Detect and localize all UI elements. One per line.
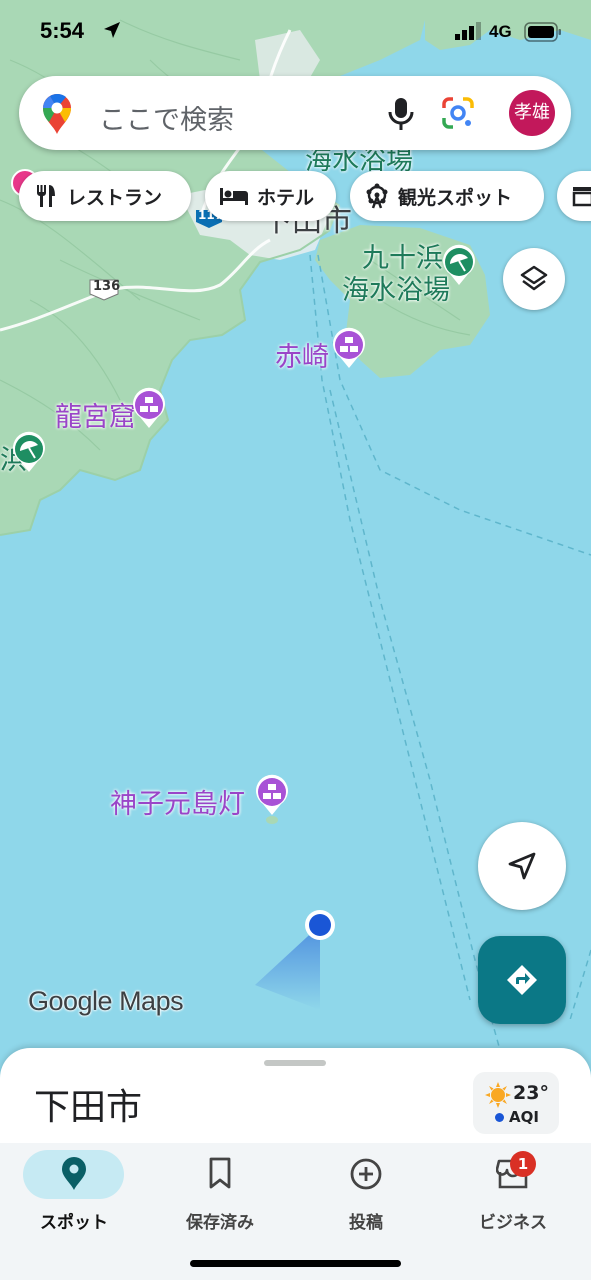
map-label-akazaki[interactable]: 赤崎 [275, 335, 329, 374]
poi-pin-kujuhama-beach[interactable] [441, 244, 477, 286]
layers-button[interactable] [503, 248, 565, 310]
utensils-icon [37, 185, 55, 207]
bed-icon [220, 188, 248, 205]
network-type: 4G [489, 22, 512, 41]
status-bar: 5:54 4G [0, 0, 591, 64]
directions-button[interactable] [478, 936, 566, 1024]
chip-attractions[interactable]: 観光スポット [350, 171, 544, 221]
google-maps-watermark: Google Maps [28, 986, 184, 1016]
bookmark-icon [209, 1157, 231, 1189]
chip-restaurants[interactable]: レストラン [19, 171, 191, 221]
nav-spots-label: スポット [40, 1213, 108, 1233]
poi-pin-ryugukutsu[interactable] [131, 387, 167, 429]
microphone-icon[interactable] [387, 96, 415, 132]
map-label-kujuhama-beach[interactable]: 海水浴場 [342, 268, 450, 307]
poi-pin-lighthouse[interactable] [254, 774, 290, 816]
chip-attractions-label: 観光スポット [398, 186, 513, 209]
ferris-wheel-icon [366, 183, 388, 209]
nav-business-label: ビジネス [479, 1213, 547, 1233]
nav-saved-label: 保存済み [186, 1213, 254, 1233]
add-circle-icon [350, 1158, 382, 1190]
nav-post-label: 投稿 [349, 1213, 383, 1233]
navigation-arrow-icon [508, 852, 536, 880]
battery-icon [524, 22, 561, 42]
search-bar[interactable]: ここで検索 孝雄 [19, 76, 571, 150]
layers-icon [520, 265, 548, 291]
search-input[interactable]: ここで検索 [99, 98, 234, 137]
google-lens-icon[interactable] [441, 96, 475, 130]
temperature: 23° [513, 1082, 549, 1104]
google-maps-pin-icon [43, 93, 71, 134]
signal-icon [455, 22, 481, 40]
nav-saved[interactable]: 保存済み [146, 1143, 294, 1243]
sun-icon [485, 1082, 511, 1108]
chip-restaurants-label: レストラン [67, 186, 163, 209]
directions-icon [507, 965, 537, 995]
store-icon [572, 187, 591, 207]
avatar[interactable]: 孝雄 [509, 90, 555, 136]
map-label-lighthouse[interactable]: 神子元島灯 [110, 782, 245, 821]
sheet-drag-handle[interactable] [264, 1060, 326, 1066]
place-title: 下田市 [34, 1087, 143, 1128]
route-136-label: 136 [93, 279, 121, 294]
nav-post[interactable]: 投稿 [292, 1143, 440, 1243]
map-label-ryugukutsu[interactable]: 龍宮窟 [55, 395, 136, 434]
aqi-label: AQI [509, 1108, 539, 1126]
location-pin-icon [62, 1157, 86, 1190]
bottom-sheet[interactable]: 下田市 23° AQI [0, 1048, 591, 1148]
notification-badge: 1 [510, 1151, 536, 1177]
location-arrow-icon [104, 22, 120, 38]
weather-widget[interactable]: 23° AQI [473, 1072, 559, 1134]
status-time: 5:54 [40, 18, 85, 43]
nav-business[interactable]: 1 ビジネス [439, 1143, 587, 1243]
island-mikomoto [266, 816, 278, 824]
my-location-button[interactable] [478, 822, 566, 910]
poi-pin-left-beach[interactable] [11, 431, 47, 473]
chip-hotels-label: ホテル [257, 186, 315, 209]
nav-spots[interactable]: スポット [0, 1143, 148, 1243]
chip-hotels[interactable]: ホテル [205, 171, 336, 221]
aqi-dot-icon [495, 1113, 504, 1122]
poi-pin-akazaki[interactable] [331, 327, 367, 369]
home-indicator[interactable] [190, 1260, 401, 1267]
